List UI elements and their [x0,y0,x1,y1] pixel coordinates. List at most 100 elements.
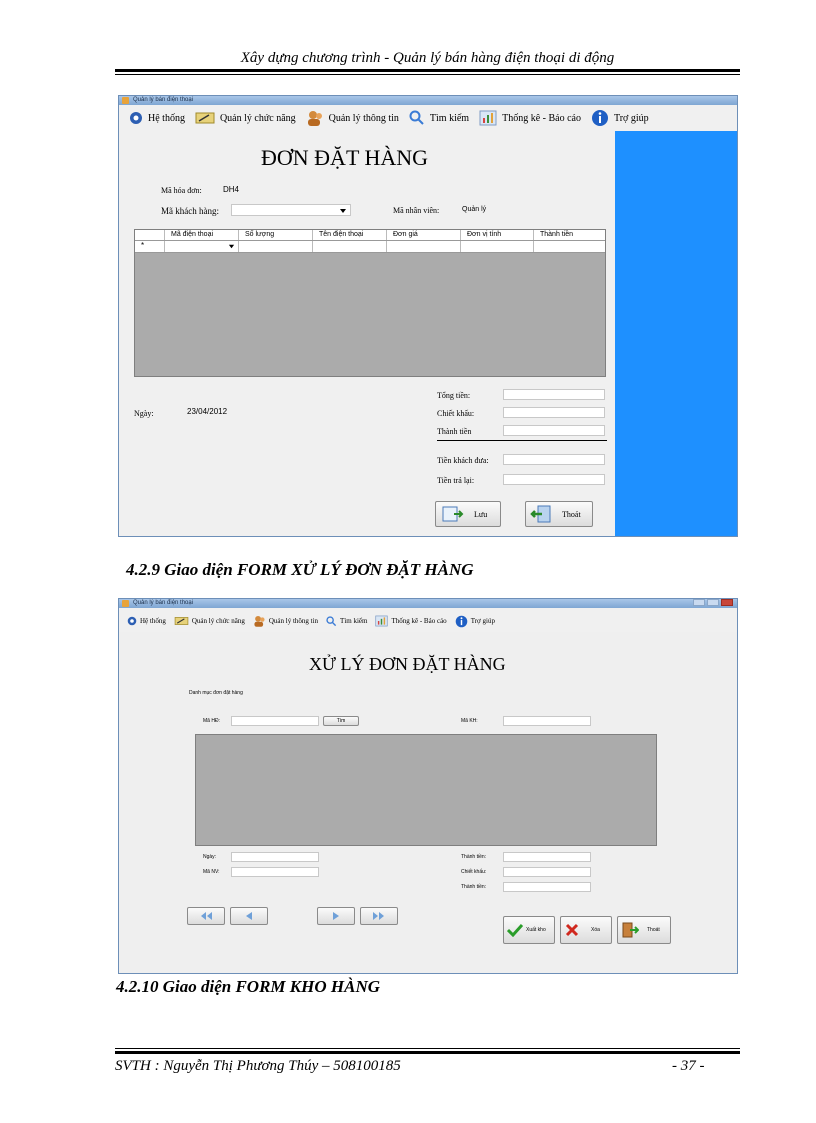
tim-button-label: Tìm [336,718,346,724]
menu-he-thong[interactable]: Hệ thống [129,111,185,125]
tam-tinh-field[interactable] [503,852,591,862]
chart-icon [479,110,497,126]
ma-kh-field[interactable] [503,716,591,726]
ma-khach-hang-combobox[interactable] [231,204,351,216]
grid-corner [135,230,165,240]
ngay-field[interactable] [231,852,319,862]
luu-button[interactable]: Lưu [435,501,501,527]
menu-quan-ly-chuc-nang[interactable]: Quản lý chức năng [174,616,245,626]
pencil-icon [195,112,215,124]
close-button[interactable] [721,599,733,606]
menu-quan-ly-chuc-nang[interactable]: Quản lý chức năng [195,111,296,125]
maximize-button[interactable] [707,599,719,606]
exit-door-icon [622,922,639,938]
grid-cell[interactable] [239,241,313,252]
column-header[interactable]: Đơn giá [387,230,461,240]
figure-caption: 4.2.9 Giao diện FORM XỬ LÝ ĐƠN ĐẶT HÀNG [126,560,474,579]
grid-cell[interactable] [534,241,605,252]
order-processing-window: Quản lý bán điện thoại Hệ thống Quản lý … [118,598,738,974]
column-header[interactable]: Mã điện thoại [165,230,239,240]
column-header[interactable]: Đơn vị tính [461,230,534,240]
thoat-button[interactable]: Thoát [617,916,671,944]
tim-button[interactable]: Tìm [323,716,359,726]
menu-label: Tìm kiếm [429,112,470,124]
thanh-tien-label: Thành tiền [437,427,472,436]
menu-label: Trợ giúp [613,112,649,124]
menu-quan-ly-thong-tin[interactable]: Quản lý thông tin [306,110,399,126]
header-rule-thin [115,74,740,75]
page-header: Xây dựng chương trình - Quản lý bán hàng… [240,50,615,66]
window-controls [693,599,733,608]
xoa-button-label: Xóa [591,927,600,933]
processing-form-body: XỬ LÝ ĐƠN ĐẶT HÀNG Danh mục đơn đặt hàng… [119,632,737,973]
luu-button-label: Lưu [474,509,488,519]
menu-he-thong[interactable]: Hệ thống [127,616,166,626]
first-record-button[interactable] [187,907,225,925]
ma-hd-field[interactable] [231,716,319,726]
users-icon [307,111,322,126]
grid-header: Mã điện thoại Số lượng Tên điện thoại Đơ… [135,230,605,241]
menu-label: Hệ thống [140,617,166,625]
system-icon [127,616,137,626]
app-icon [122,97,129,104]
figure-caption: 4.2.10 Giao diện FORM KHO HÀNG [116,977,380,996]
column-header[interactable]: Thành tiền [534,230,605,240]
tien-khach-dua-field[interactable] [503,454,605,465]
tien-tra-lai-label: Tiền trả lại: [437,476,475,485]
ma-nhan-vien-value: Quản lý [462,206,487,213]
ma-kh-label: Mã KH: [461,718,478,724]
menu-label: Thống kê - Báo cáo [391,617,447,625]
menu-tro-giup[interactable]: Trợ giúp [591,109,649,127]
thoat-button-label: Thoát [562,509,581,519]
ma-hoa-don-value: DH4 [223,185,240,194]
menu-tim-kiem[interactable]: Tìm kiếm [326,615,367,627]
grid-cell[interactable] [461,241,534,252]
window-title: Quản lý bán điện thoại [133,600,194,606]
checkmark-icon [507,923,523,937]
menu-bar: Hệ thống Quản lý chức năng Quản lý thông… [119,105,649,131]
xoa-button[interactable]: Xóa [560,916,612,944]
orders-grid[interactable] [195,734,657,846]
info-icon [591,110,608,126]
table-row[interactable]: * [135,241,605,253]
menu-label: Quản lý thông tin [268,617,319,625]
window-titlebar: Quản lý bán điện thoại [119,599,737,608]
right-side-panel [613,131,737,536]
menu-label: Quản lý thông tin [328,112,399,124]
tong-tien-field[interactable] [503,389,605,400]
chiet-khau-field[interactable] [503,407,605,418]
menu-label: Quản lý chức năng [191,617,245,625]
window-title: Quản lý bán điện thoại [133,97,194,103]
next-record-button[interactable] [317,907,355,925]
tien-tra-lai-field[interactable] [503,474,605,485]
last-record-button[interactable] [360,907,398,925]
tong-tien-label: Tổng tiền: [437,391,471,400]
menu-thong-ke-bao-cao[interactable]: Thống kê - Báo cáo [375,615,447,627]
cell-combobox[interactable] [165,241,239,252]
column-header[interactable]: Số lượng [239,230,313,240]
ma-hd-label: Mã HĐ: [203,718,220,724]
previous-record-button[interactable] [230,907,268,925]
chiet-khau-field[interactable] [503,867,591,877]
form-title: XỬ LÝ ĐƠN ĐẶT HÀNG [309,654,506,674]
totals-separator [437,440,607,441]
menu-tro-giup[interactable]: Trợ giúp [455,615,495,628]
menu-quan-ly-thong-tin[interactable]: Quản lý thông tin [253,615,318,627]
grid-cell[interactable] [313,241,387,252]
column-header[interactable]: Tên điện thoại [313,230,387,240]
thanh-tien-field[interactable] [503,882,591,892]
order-form-body: ĐƠN ĐẶT HÀNG Mã hóa đơn: DH4 Mã khách hà… [119,131,615,536]
menu-tim-kiem[interactable]: Tìm kiếm [409,110,469,126]
thoat-button[interactable]: Thoát [525,501,593,527]
double-arrow-right-icon [373,912,384,920]
page-number: - 37 - [672,1058,705,1074]
xuat-kho-button[interactable]: Xuất kho [503,916,555,944]
ma-nv-field[interactable] [231,867,319,877]
grid-cell[interactable] [387,241,461,252]
minimize-button[interactable] [693,599,705,606]
menu-thong-ke-bao-cao[interactable]: Thống kê - Báo cáo [479,110,581,126]
app-icon [122,600,129,607]
danh-muc-label: Danh mục đơn đặt hàng [189,690,243,696]
menu-label: Hệ thống [148,112,185,124]
thanh-tien-field[interactable] [503,425,605,436]
